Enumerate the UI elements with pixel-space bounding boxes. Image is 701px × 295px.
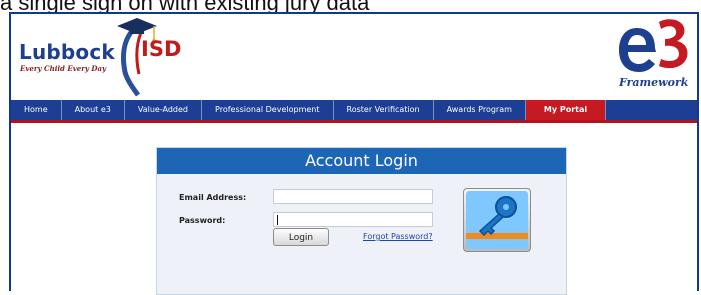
login-button[interactable]: Login — [273, 228, 329, 246]
nav-about-e3[interactable]: About e3 — [62, 100, 125, 120]
email-label: Email Address: — [179, 193, 247, 202]
nav-awards-program[interactable]: Awards Program — [434, 100, 526, 120]
password-label: Password: — [179, 216, 226, 225]
nav-roster-verification[interactable]: Roster Verification — [334, 100, 434, 120]
nav-value-added[interactable]: Value-Added — [125, 100, 203, 120]
nav-home[interactable]: Home — [11, 100, 62, 120]
e3-mark-icon — [619, 19, 688, 72]
password-field[interactable] — [273, 212, 433, 227]
page-frame: Lubbock ISD Every Child Every Day Framew… — [9, 12, 699, 295]
key-icon — [466, 191, 528, 249]
main-nav: Home About e3 Value-Added Professional D… — [11, 100, 697, 123]
nav-my-portal[interactable]: My Portal — [525, 100, 607, 120]
logo-text-lubbock: Lubbock — [19, 40, 115, 64]
site-header: Lubbock ISD Every Child Every Day Framew… — [11, 14, 697, 100]
key-tile — [463, 188, 531, 252]
e3-framework-logo[interactable]: Framework — [613, 18, 691, 98]
forgot-password-link[interactable]: Forgot Password? — [363, 232, 433, 241]
account-login-panel: Account Login Email Address: Password: L… — [156, 147, 567, 295]
logo-text-isd: ISD — [141, 37, 182, 61]
framework-label: Framework — [619, 76, 689, 89]
logo-tagline: Every Child Every Day — [20, 64, 107, 73]
login-title: Account Login — [157, 148, 566, 174]
lubbock-isd-logo[interactable]: Lubbock ISD Every Child Every Day — [19, 18, 199, 100]
nav-professional-development[interactable]: Professional Development — [202, 100, 334, 120]
email-field[interactable] — [273, 189, 433, 204]
text-caret — [277, 215, 278, 225]
